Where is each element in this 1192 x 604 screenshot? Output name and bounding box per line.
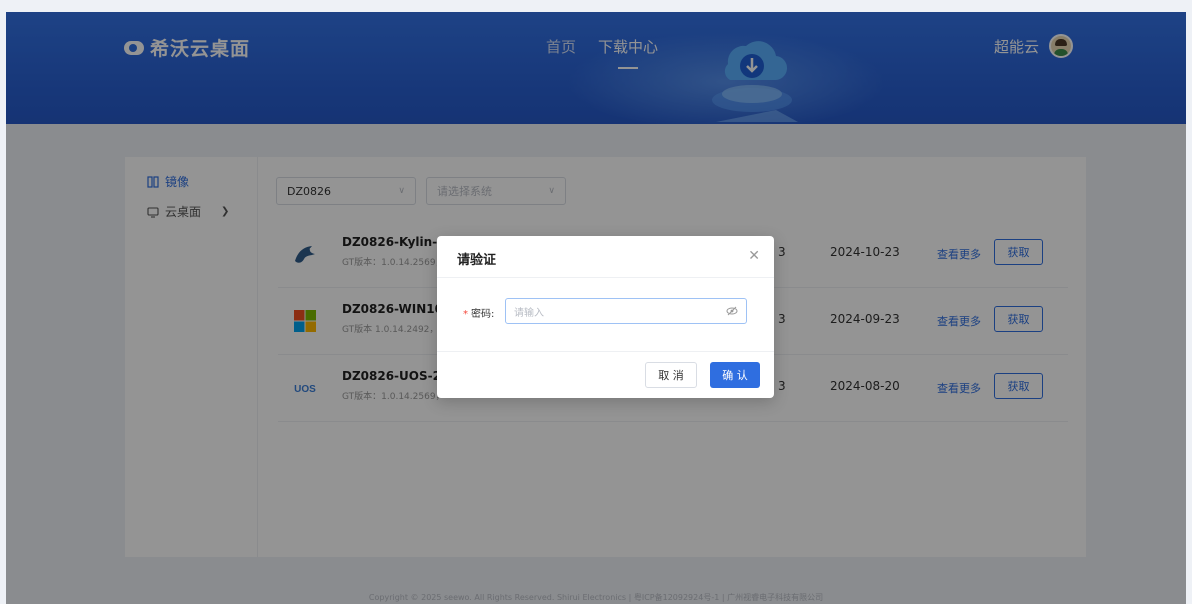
password-label-text: 密码: xyxy=(471,309,495,320)
verify-dialog: 请验证 ✕ * 密码: 请输入 取 消 确 认 xyxy=(437,236,774,398)
app-frame: 希沃云桌面 首页 下载中心 超能云 镜像 云桌面 ❯ DZ0826 ∨ 请选择系… xyxy=(6,12,1186,604)
password-label: * 密码: xyxy=(463,305,494,320)
dialog-footer: 取 消 确 认 xyxy=(437,352,774,398)
dialog-header: 请验证 ✕ xyxy=(437,236,774,278)
required-mark: * xyxy=(463,309,468,320)
close-icon[interactable]: ✕ xyxy=(748,248,760,264)
dialog-title: 请验证 xyxy=(457,253,497,268)
confirm-button[interactable]: 确 认 xyxy=(710,362,760,388)
password-placeholder: 请输入 xyxy=(514,307,544,319)
eye-hidden-icon[interactable] xyxy=(726,305,738,317)
password-input[interactable]: 请输入 xyxy=(505,298,747,324)
cancel-button[interactable]: 取 消 xyxy=(645,362,697,388)
dialog-body: * 密码: 请输入 xyxy=(437,278,774,352)
